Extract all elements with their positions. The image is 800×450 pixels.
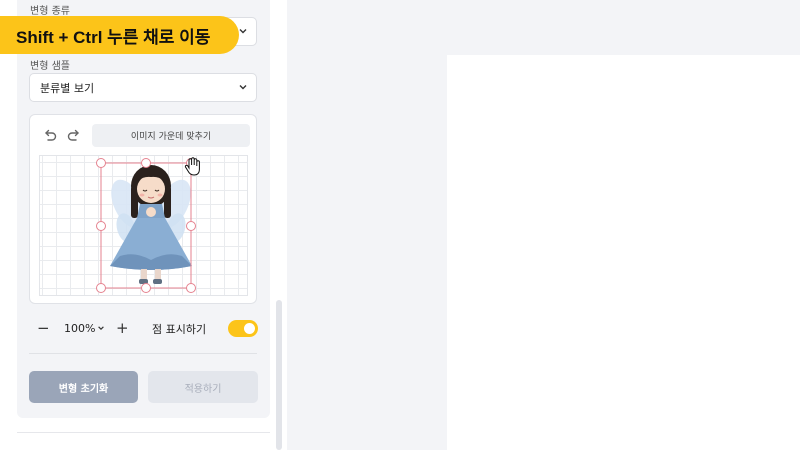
chevron-down-icon [239,85,247,90]
redo-icon[interactable] [66,127,82,143]
image-editor: 이미지 가운데 맞추기 [29,114,257,304]
apply-button[interactable]: 적용하기 [148,371,258,403]
center-image-button[interactable]: 이미지 가운데 맞추기 [92,124,250,147]
drag-hint-tooltip: Shift + Ctrl 누른 채로 이동 [0,16,239,54]
workspace [287,0,800,450]
zoom-in-button[interactable]: + [116,320,129,336]
zoom-controls: − 100% + 점 표시하기 [29,316,259,340]
chevron-down-icon[interactable] [97,324,105,332]
show-dots-toggle[interactable] [228,320,258,337]
panel-scrollbar[interactable] [276,300,282,450]
zoom-out-button[interactable]: − [37,320,50,336]
show-dots-label: 점 표시하기 [152,323,207,336]
divider [17,432,270,433]
transform-canvas[interactable] [39,155,248,296]
chevron-down-icon [239,29,247,34]
reset-transform-button[interactable]: 변형 초기화 [29,371,138,403]
transform-sample-select[interactable]: 분류별 보기 [29,73,257,102]
transform-type-label: 변형 종류 [30,6,70,17]
left-panel: 변형 종류 변형 샘플 분류별 보기 이미지 가운데 맞추기 − 100% + … [0,0,287,450]
transform-sample-value: 분류별 보기 [40,81,95,95]
undo-icon[interactable] [42,127,58,143]
zoom-level[interactable]: 100% [64,322,95,335]
main-canvas[interactable] [447,55,800,450]
fairy-image[interactable] [40,156,248,296]
divider [29,353,257,354]
toggle-knob [244,323,255,334]
hand-cursor-icon [184,157,200,176]
transform-sample-label: 변형 샘플 [30,61,70,72]
